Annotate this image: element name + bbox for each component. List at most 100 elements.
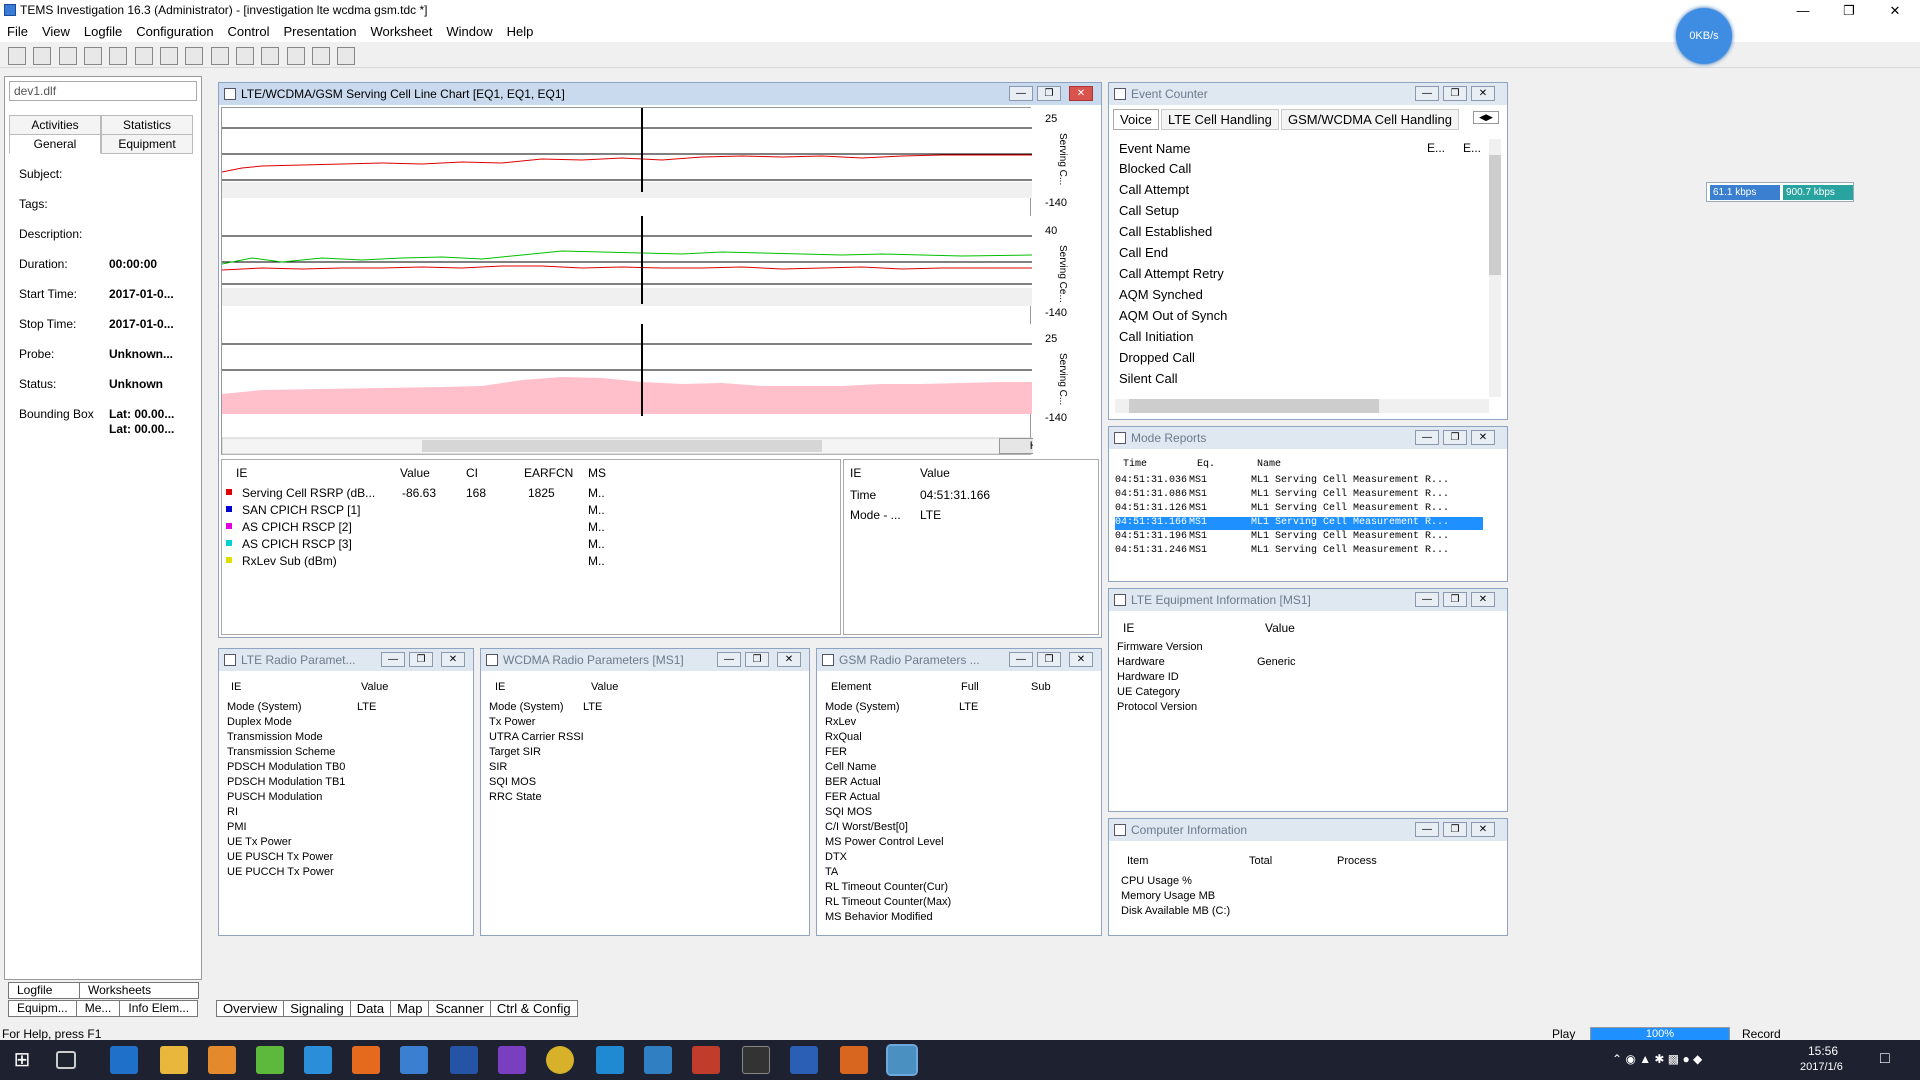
table-row[interactable]: 04:51:31.196 MS1 ML1 Serving Cell Measurem… [1115,531,1483,544]
event-row[interactable]: Silent Call [1119,371,1178,386]
menu-control[interactable]: Control [221,22,277,41]
legend-ie[interactable]: Serving Cell RSRP (dB... [242,486,375,500]
record-icon[interactable] [58,47,77,65]
network-tool-icon[interactable] [644,1046,672,1074]
notification-icon[interactable]: □ [1880,1050,1890,1068]
table-row[interactable]: 04:51:31.166 MS1 ML1 Serving Cell Measurem… [1115,517,1483,530]
restore-icon[interactable]: ❐ [1443,86,1467,101]
restore-icon[interactable]: ❐ [1826,0,1872,22]
edge-icon[interactable] [110,1046,138,1074]
word-icon[interactable] [790,1046,818,1074]
wechat-icon[interactable] [256,1046,284,1074]
tab-equipment[interactable]: Equipment [101,134,193,154]
close-icon[interactable]: ✕ [1872,0,1918,22]
tab-ctrl-config[interactable]: Ctrl & Config [489,1000,578,1017]
table-row[interactable]: 04:51:31.246 MS1 ML1 Serving Cell Measurem… [1115,545,1483,558]
file-explorer-icon[interactable] [160,1046,188,1074]
minimize-icon[interactable]: — [1415,86,1439,101]
mail-icon[interactable] [400,1046,428,1074]
tab-voice[interactable]: Voice [1113,109,1159,130]
menu-view[interactable]: View [35,22,77,41]
restore-icon[interactable]: ❐ [1443,430,1467,445]
utility-icon[interactable] [546,1046,574,1074]
minimize-icon[interactable]: — [717,652,741,667]
terminal-icon[interactable] [742,1046,770,1074]
tab-general[interactable]: General [9,134,101,154]
vertical-scrollbar[interactable] [1489,139,1501,397]
table-row[interactable]: 04:51:31.086 MS1 ML1 Serving Cell Measurem… [1115,489,1483,502]
menu-logfile[interactable]: Logfile [77,22,129,41]
firefox-icon[interactable] [352,1046,380,1074]
event-row[interactable]: Call Established [1119,224,1212,239]
menu-help[interactable]: Help [500,22,541,41]
table-row[interactable]: 04:51:31.036 MS1 ML1 Serving Cell Measurem… [1115,475,1483,488]
remote-app-icon[interactable] [596,1046,624,1074]
tab-data[interactable]: Data [349,1000,392,1017]
table-row[interactable]: 04:51:31.126 MS1 ML1 Serving Cell Measurem… [1115,503,1483,516]
clock-date[interactable]: 2017/1/6 [1800,1061,1843,1073]
horizontal-scrollbar[interactable] [1115,399,1489,413]
tab-scanner[interactable]: Scanner [428,1000,491,1017]
close-icon[interactable]: ✕ [777,652,801,667]
tems-icon[interactable] [886,1044,918,1076]
event-row[interactable]: AQM Synched [1119,287,1203,302]
tab-map[interactable]: Map [390,1000,430,1017]
camera-icon[interactable] [840,1046,868,1074]
tab-statistics[interactable]: Statistics [101,115,193,135]
event-row[interactable]: Call Setup [1119,203,1179,218]
connect-icon[interactable] [8,47,26,65]
event-row[interactable]: Call End [1119,245,1168,260]
media-player-icon[interactable] [208,1046,236,1074]
restore-icon[interactable]: ❐ [409,652,433,667]
tab-equipment-bottom[interactable]: Equipm... [8,1000,77,1017]
restore-icon[interactable]: ❐ [1443,822,1467,837]
event-row[interactable]: Call Initiation [1119,329,1193,344]
tab-gsm-wcdma-cell-handling[interactable]: GSM/WCDMA Cell Handling [1281,109,1459,130]
logfile-name-field[interactable]: dev1.dlf [9,81,197,101]
replay-icon[interactable] [84,47,103,65]
ide-icon[interactable] [692,1046,720,1074]
close-icon[interactable]: ✕ [1471,430,1495,445]
tab-signaling[interactable]: Signaling [283,1000,351,1017]
minimize-icon[interactable]: — [381,652,405,667]
restore-icon[interactable]: ❐ [1037,86,1061,101]
legend-ie[interactable]: SAN CPICH RSCP [1] [242,503,360,517]
print-icon[interactable] [210,47,229,65]
save-app-icon[interactable] [450,1046,478,1074]
new-file-icon[interactable] [134,47,153,65]
fullscreen-icon[interactable] [337,47,356,65]
restore-icon[interactable]: ❐ [1443,592,1467,607]
print-preview-icon[interactable] [236,47,255,65]
menu-presentation[interactable]: Presentation [276,22,363,41]
close-icon[interactable]: ✕ [1069,86,1093,101]
event-row[interactable]: Blocked Call [1119,161,1191,176]
close-icon[interactable]: ✕ [441,652,465,667]
restore-icon[interactable]: ❐ [745,652,769,667]
legend-ie[interactable]: AS CPICH RSCP [3] [242,537,352,551]
tab-info-elements[interactable]: Info Elem... [119,1000,199,1017]
task-view-icon[interactable] [56,1051,76,1069]
export-icon[interactable] [261,47,280,65]
green-flag-icon[interactable] [312,47,331,65]
tab-worksheets[interactable]: Worksheets [79,982,199,999]
start-icon[interactable]: ⊞ [8,1046,36,1074]
minimize-icon[interactable]: — [1415,430,1439,445]
close-icon[interactable]: ✕ [1471,86,1495,101]
tab-overview[interactable]: Overview [216,1000,285,1017]
event-row[interactable]: Call Attempt Retry [1119,266,1224,281]
menu-file[interactable]: File [0,22,35,41]
tab-logfile[interactable]: Logfile [8,982,80,999]
close-icon[interactable]: ✕ [1471,822,1495,837]
close-icon[interactable]: ✕ [1069,652,1093,667]
legend-ie[interactable]: RxLev Sub (dBm) [242,554,337,568]
save-icon[interactable] [185,47,204,65]
menu-window[interactable]: Window [439,22,499,41]
tab-activities[interactable]: Activities [9,115,101,135]
event-row[interactable]: Call Attempt [1119,182,1189,197]
network-speed-bubble[interactable]: 0KB/s [1676,8,1732,64]
event-row[interactable]: AQM Out of Synch [1119,308,1227,323]
restore-icon[interactable]: ❐ [1037,652,1061,667]
minimize-icon[interactable]: — [1780,0,1826,22]
tray-icons[interactable]: ⌃ ◉ ▲ ✱ ▩ ● ◆ [1612,1052,1702,1066]
minimize-icon[interactable]: — [1009,652,1033,667]
